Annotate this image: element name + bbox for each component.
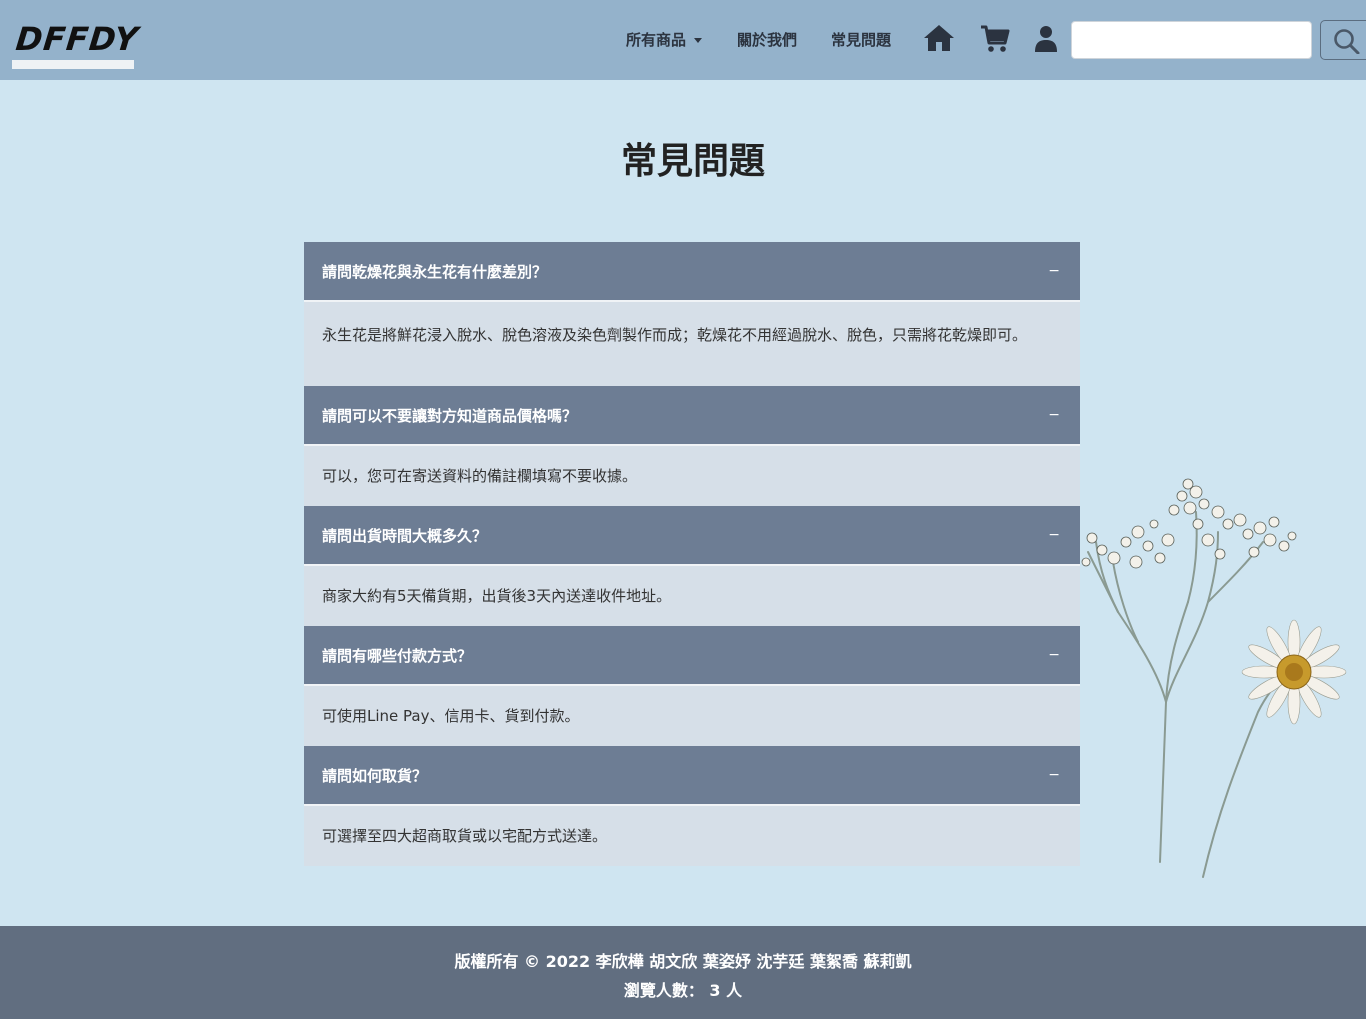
dried-flower-image (1081, 478, 1347, 878)
footer: 版權所有 © 2022 李欣樺 胡文欣 葉姿妤 沈芋廷 葉絮喬 蘇莉凱 瀏覽人數… (0, 926, 1366, 1019)
collapse-icon: − (1048, 407, 1060, 423)
chevron-down-icon (694, 38, 703, 43)
faq-question[interactable]: 請問有哪些付款方式？ − (304, 626, 1080, 686)
cart-icon[interactable] (980, 25, 1010, 57)
home-icon[interactable] (923, 24, 955, 56)
collapse-icon: − (1048, 263, 1060, 279)
faq-question-text: 請問有哪些付款方式？ (322, 646, 473, 665)
faq-question[interactable]: 請問如何取貨？ − (304, 746, 1080, 806)
navbar: DFFDY 所有商品 關於我們 常見問題 (0, 0, 1366, 80)
brand-underline (12, 60, 134, 69)
faq-question-text: 請問乾燥花與永生花有什麼差別？ (322, 262, 548, 281)
brand-logo-text: DFFDY (14, 20, 141, 58)
footer-visitor-count: 瀏覽人數： 3 人 (623, 981, 743, 1000)
collapse-icon: − (1048, 527, 1060, 543)
faq-answer: 永生花是將鮮花浸入脫水、脫色溶液及染色劑製作而成；乾燥花不用經過脫水、脫色，只需… (304, 302, 1080, 386)
faq-question[interactable]: 請問出貨時間大概多久？ − (304, 506, 1080, 566)
faq-answer: 可使用Line Pay、信用卡、貨到付款。 (304, 686, 1080, 746)
nav-item-about-us[interactable]: 關於我們 (737, 29, 797, 50)
collapse-icon: − (1048, 767, 1060, 783)
faq-answer: 可選擇至四大超商取貨或以宅配方式送達。 (304, 806, 1080, 866)
search-icon (1334, 29, 1360, 54)
search-button[interactable] (1320, 20, 1366, 60)
nav-item-faq[interactable]: 常見問題 (831, 29, 891, 50)
collapse-icon: − (1048, 647, 1060, 663)
faq-answer: 商家大約有5天備貨期，出貨後3天內送達收件地址。 (304, 566, 1080, 626)
page-title: 常見問題 (620, 141, 765, 182)
faq-question-text: 請問如何取貨？ (322, 766, 428, 785)
nav-item-all-products[interactable]: 所有商品 (626, 29, 703, 50)
faq-answer: 可以，您可在寄送資料的備註欄填寫不要收據。 (304, 446, 1080, 506)
faq-question[interactable]: 請問乾燥花與永生花有什麼差別？ − (304, 242, 1080, 302)
daisy (1241, 619, 1347, 725)
faq-question-text: 請問可以不要讓對方知道商品價格嗎？ (322, 406, 578, 425)
footer-copyright: 版權所有 © 2022 李欣樺 胡文欣 葉姿妤 沈芋廷 葉絮喬 蘇莉凱 (454, 952, 912, 971)
faq-question-text: 請問出貨時間大概多久？ (322, 526, 488, 545)
brand-logo[interactable]: DFFDY (12, 18, 141, 70)
user-icon[interactable] (1034, 25, 1058, 57)
nav-item-all-products-label: 所有商品 (626, 31, 687, 49)
search-input[interactable] (1071, 21, 1312, 59)
faq-question[interactable]: 請問可以不要讓對方知道商品價格嗎？ − (304, 386, 1080, 446)
faq-accordion: 請問乾燥花與永生花有什麼差別？ − 永生花是將鮮花浸入脫水、脫色溶液及染色劑製作… (304, 242, 1080, 866)
